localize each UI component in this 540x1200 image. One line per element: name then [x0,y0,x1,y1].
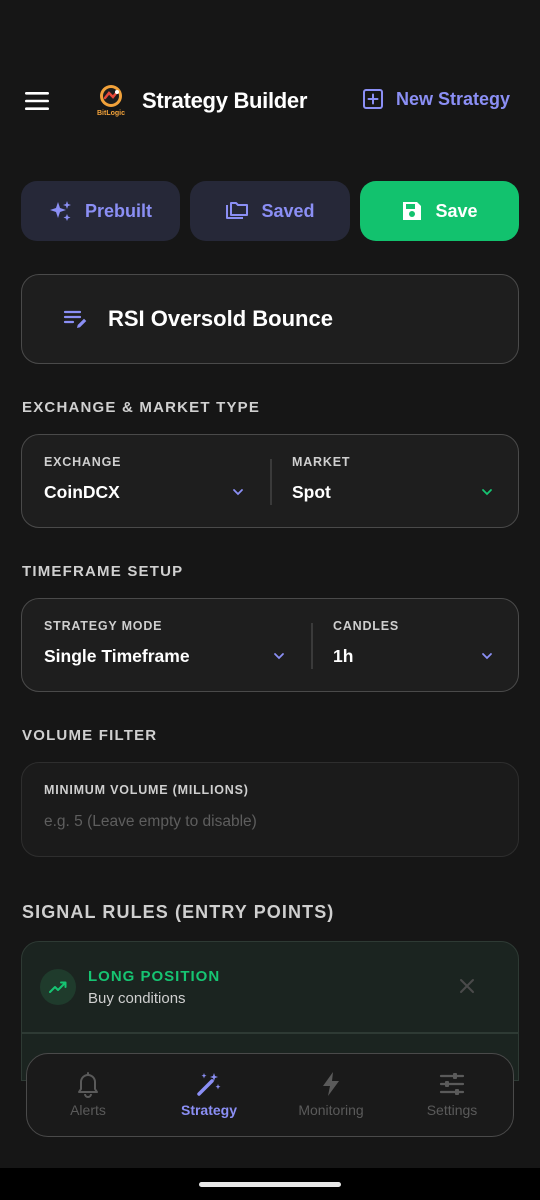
exchange-select[interactable]: EXCHANGE CoinDCX [22,435,270,529]
strategy-mode-label: STRATEGY MODE [44,619,163,633]
new-strategy-label: New Strategy [396,88,511,109]
trending-up-icon [40,969,76,1005]
nav-item-alerts[interactable]: Alerts [33,1070,143,1118]
nav-item-settings[interactable]: Settings [397,1070,507,1118]
sliders-icon [439,1073,465,1095]
page-title: Strategy Builder [142,88,308,113]
saved-button[interactable]: Saved [190,181,350,241]
exchange-label: EXCHANGE [44,455,122,469]
market-select[interactable]: MARKET Spot [271,435,519,529]
exchange-value: CoinDCX [44,482,120,502]
floppy-disk-icon [403,202,422,220]
lightning-icon [323,1072,339,1096]
strategy-name-field[interactable]: RSI Oversold Bounce [21,274,519,364]
nav-label-monitoring: Monitoring [298,1102,364,1118]
chevron-down-icon [482,653,492,660]
close-icon[interactable] [458,977,476,995]
nav-label-strategy: Strategy [180,1102,238,1118]
logo-text: BitLogic [97,110,125,117]
long-position-title: LONG POSITION [88,968,221,985]
long-position-subtitle: Buy conditions [88,990,186,1007]
nav-item-strategy[interactable]: Strategy [154,1070,264,1118]
timeframe-section-title: TIMEFRAME SETUP [22,563,184,580]
exchange-section-title: EXCHANGE & MARKET TYPE [22,399,261,416]
min-volume-field[interactable]: MINIMUM VOLUME (MILLIONS) e.g. 5 (Leave … [21,762,519,857]
save-label: Save [435,200,478,221]
menu-button[interactable] [22,86,52,116]
saved-label: Saved [261,200,315,221]
prebuilt-label: Prebuilt [84,200,152,221]
card-divider [22,1032,518,1034]
sparkle-icon [49,201,71,221]
chevron-down-icon [233,489,243,496]
exchange-market-card: EXCHANGE CoinDCX MARKET Spot [21,434,519,528]
plus-square-icon [363,89,383,109]
bottom-nav: Alerts Strategy Monitoring Settings [26,1053,514,1137]
strategy-mode-value: Single Timeframe [44,646,190,666]
chevron-down-icon [482,489,492,496]
candles-select[interactable]: CANDLES 1h [312,599,519,693]
nav-item-monitoring[interactable]: Monitoring [276,1070,386,1118]
signal-section-title: SIGNAL RULES (ENTRY POINTS) [22,902,335,922]
market-value: Spot [292,482,331,502]
magic-wand-icon [197,1073,221,1096]
nav-label-settings: Settings [426,1102,478,1118]
min-volume-placeholder: e.g. 5 (Leave empty to disable) [44,813,257,830]
candles-label: CANDLES [333,619,400,633]
candles-value: 1h [333,646,354,666]
min-volume-label: MINIMUM VOLUME (MILLIONS) [44,783,249,797]
nav-label-alerts: Alerts [70,1102,106,1118]
save-button[interactable]: Save [360,181,519,241]
hamburger-icon [25,92,49,110]
market-label: MARKET [292,455,351,469]
edit-list-icon [63,310,87,328]
timeframe-card: STRATEGY MODE Single Timeframe CANDLES 1… [21,598,519,692]
app-logo: BitLogic [94,82,128,122]
new-strategy-button[interactable]: New Strategy [362,88,510,110]
prebuilt-button[interactable]: Prebuilt [21,181,180,241]
chevron-down-icon [274,653,284,660]
bell-icon [78,1072,98,1098]
folders-icon [226,202,249,219]
volume-section-title: VOLUME FILTER [22,727,158,744]
strategy-mode-select[interactable]: STRATEGY MODE Single Timeframe [22,599,311,693]
strategy-name: RSI Oversold Bounce [108,306,333,331]
home-indicator[interactable] [199,1182,341,1187]
